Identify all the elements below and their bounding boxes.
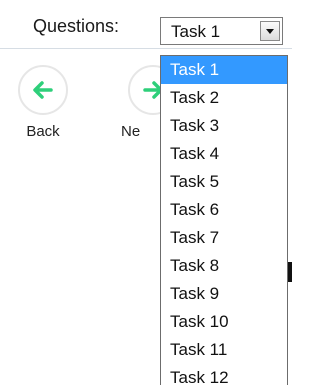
dropdown-option-task-10[interactable]: Task 10 [161, 308, 287, 336]
dropdown-option-task-3[interactable]: Task 3 [161, 112, 287, 140]
dropdown-option-task-5[interactable]: Task 5 [161, 168, 287, 196]
questions-label: Questions: [33, 16, 120, 36]
question-selector-bar: Questions: Task 1 [0, 0, 292, 49]
dropdown-option-task-11[interactable]: Task 11 [161, 336, 287, 364]
toolbar-divider [0, 48, 292, 49]
dropdown-option-task-12[interactable]: Task 12 [161, 364, 287, 385]
dropdown-option-task-4[interactable]: Task 4 [161, 140, 287, 168]
dropdown-option-task-9[interactable]: Task 9 [161, 280, 287, 308]
dropdown-option-task-2[interactable]: Task 2 [161, 84, 287, 112]
partial-element-edge [288, 262, 292, 282]
questions-select-value: Task 1 [171, 22, 221, 41]
dropdown-option-task-6[interactable]: Task 6 [161, 196, 287, 224]
back-label: Back [26, 123, 60, 140]
dropdown-option-task-8[interactable]: Task 8 [161, 252, 287, 280]
chevron-down-icon[interactable] [260, 21, 280, 41]
questions-dropdown-list: Task 1 Task 2 Task 3 Task 4 Task 5 Task … [160, 55, 288, 385]
dropdown-option-task-1[interactable]: Task 1 [161, 56, 287, 84]
app-window: Questions: Task 1 Back Ne Task 1 Task 2 … [0, 0, 292, 385]
questions-select[interactable]: Task 1 [160, 17, 283, 45]
arrow-left-icon [33, 81, 53, 99]
dropdown-option-task-7[interactable]: Task 7 [161, 224, 287, 252]
next-label: Ne [121, 123, 141, 140]
back-button[interactable]: Back [13, 65, 73, 155]
back-button-circle[interactable] [18, 65, 68, 115]
